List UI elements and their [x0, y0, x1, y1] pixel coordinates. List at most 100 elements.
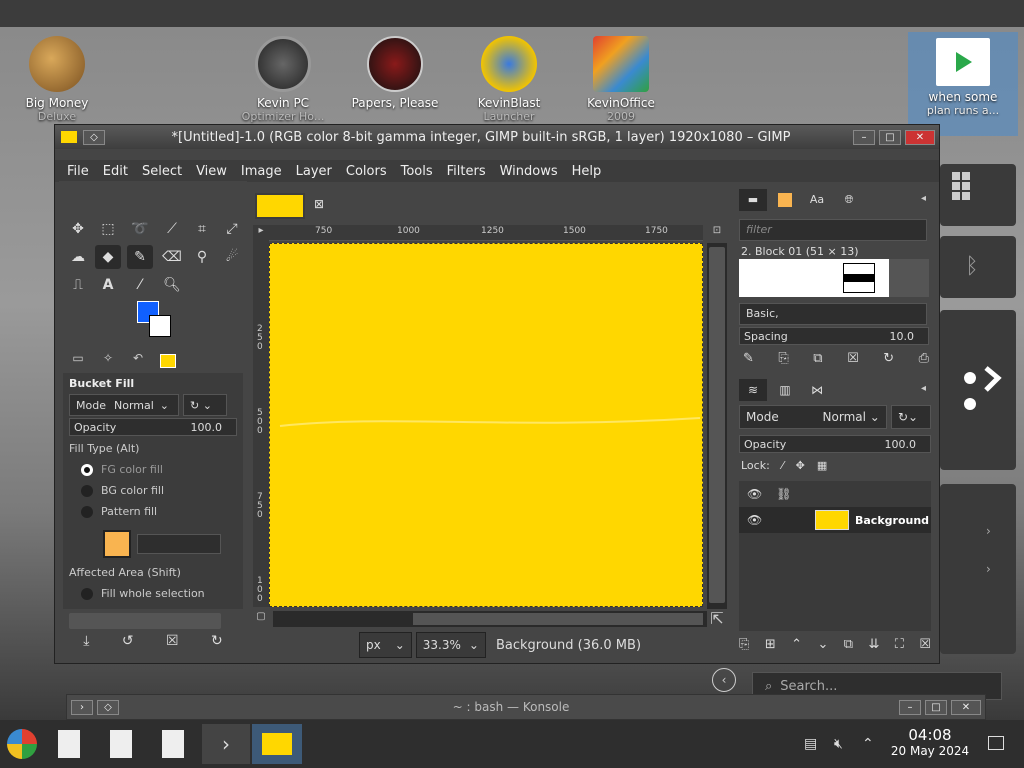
open-as-image-icon[interactable]: ⎙: [919, 351, 929, 366]
taskbar-file-icon[interactable]: [100, 724, 142, 764]
radio-pattern-fill[interactable]: Pattern fill: [81, 505, 225, 518]
volume-muted-icon[interactable]: 🔇︎: [834, 736, 843, 752]
document-history-tab-icon[interactable]: 🌐︎: [835, 189, 863, 211]
menu-colors[interactable]: Colors: [346, 164, 387, 179]
desktop-icon-papers-please[interactable]: Papers, Please: [340, 36, 450, 110]
refresh-brushes-icon[interactable]: ↻: [883, 351, 894, 366]
chevron-right-icon[interactable]: ›: [986, 562, 991, 576]
desktop-icon-kevinoffice[interactable]: KevinOffice 2009: [566, 36, 676, 123]
pin-icon[interactable]: ◇: [97, 699, 119, 715]
window-menu-icon[interactable]: ›: [71, 699, 93, 715]
vertical-scrollbar[interactable]: [707, 243, 727, 609]
channels-tab-icon[interactable]: ▥: [771, 379, 799, 401]
brush-filter-input[interactable]: filter: [739, 219, 927, 241]
new-brush-icon[interactable]: ⎘: [778, 351, 788, 366]
desktop-icon-kevin-pc[interactable]: Kevin PC Optimizer Ho...: [228, 36, 338, 123]
show-desktop-icon[interactable]: [988, 736, 1004, 750]
reset-options-icon[interactable]: ↻: [211, 633, 223, 657]
tool-options-tab-icon[interactable]: ▭: [63, 351, 93, 371]
patterns-tab-icon[interactable]: [771, 189, 799, 211]
eye-icon[interactable]: 👁︎: [747, 513, 762, 527]
lasso-tool-icon[interactable]: ➰: [127, 217, 153, 241]
bucket-fill-tool-icon[interactable]: ◆: [95, 245, 121, 269]
options-hscrollbar[interactable]: [69, 613, 221, 629]
menu-filters[interactable]: Filters: [447, 164, 486, 179]
opacity-slider[interactable]: Opacity 100.0: [69, 418, 237, 436]
smudge-tool-icon[interactable]: ☄: [219, 245, 245, 269]
delete-brush-icon[interactable]: ☒: [847, 351, 859, 366]
fonts-tab-icon[interactable]: Aa: [803, 189, 831, 211]
zoom-tool-icon[interactable]: 🔍︎: [159, 273, 185, 297]
menu-edit[interactable]: Edit: [103, 164, 128, 179]
layer-mode-reset-button[interactable]: ↻⌄: [891, 405, 931, 429]
menu-layer[interactable]: Layer: [296, 164, 332, 179]
menu-windows[interactable]: Windows: [500, 164, 558, 179]
brush-swatch-selected[interactable]: [843, 263, 875, 293]
delete-options-icon[interactable]: ☒: [166, 633, 179, 657]
layer-mode-select[interactable]: Mode Normal ⌄: [739, 405, 887, 429]
maximize-button[interactable]: □: [879, 129, 901, 145]
brush-preview-scroll[interactable]: [889, 259, 929, 297]
lower-layer-icon[interactable]: ⌄: [817, 637, 828, 652]
text-tool-icon[interactable]: A: [95, 273, 121, 297]
image-canvas[interactable]: [269, 243, 703, 607]
taskbar-gimp[interactable]: [252, 724, 302, 764]
duplicate-brush-icon[interactable]: ⧉: [813, 351, 822, 366]
device-status-tab-icon[interactable]: ✧: [93, 351, 123, 371]
paintbrush-tool-icon[interactable]: ✎: [127, 245, 153, 269]
mode-select[interactable]: Mode Normal ⌄: [69, 394, 179, 416]
transform-tool-icon[interactable]: ⤢: [219, 217, 245, 241]
chevron-up-icon[interactable]: ⌃: [862, 736, 874, 752]
start-menu-button[interactable]: [0, 724, 44, 764]
restore-options-icon[interactable]: ↺: [122, 633, 134, 657]
side-tile-share[interactable]: [940, 310, 1016, 470]
minimize-button[interactable]: –: [853, 129, 875, 145]
desktop-icon-kevinblast[interactable]: KevinBlast Launcher: [454, 36, 564, 123]
unit-select[interactable]: px ⌄: [359, 632, 412, 658]
move-tool-icon[interactable]: ✥: [65, 217, 91, 241]
mode-reset-button[interactable]: ↻ ⌄: [183, 394, 227, 416]
images-tab-icon[interactable]: [153, 351, 183, 371]
menu-tools[interactable]: Tools: [401, 164, 433, 179]
image-tab-thumbnail[interactable]: [255, 193, 305, 219]
fuzzy-select-tool-icon[interactable]: ⟋: [159, 217, 185, 241]
radio-bg-color-fill[interactable]: BG color fill: [81, 484, 225, 497]
window-titlebar[interactable]: ◇ *[Untitled]-1.0 (RGB color 8-bit gamma…: [55, 125, 939, 149]
spacing-slider[interactable]: Spacing 10.0: [739, 327, 929, 345]
menu-help[interactable]: Help: [572, 164, 602, 179]
new-layer-icon[interactable]: ⎘: [739, 637, 749, 652]
quick-mask-corner-icon[interactable]: ▸: [253, 225, 269, 241]
clock[interactable]: 04:08 20 May 2024: [880, 726, 980, 758]
undo-history-tab-icon[interactable]: ↶: [123, 351, 153, 371]
quick-mask-toggle-icon[interactable]: ▢: [253, 611, 269, 627]
save-options-icon[interactable]: ⤓: [83, 633, 89, 657]
dock-menu-icon[interactable]: ◂: [921, 193, 926, 204]
lock-position-icon[interactable]: ✥: [796, 459, 805, 472]
eye-icon[interactable]: 👁︎: [747, 487, 762, 501]
warp-tool-icon[interactable]: ☁: [65, 245, 91, 269]
zoom-select[interactable]: 33.3% ⌄: [415, 632, 486, 658]
paths-tab-icon[interactable]: ⋈: [803, 379, 831, 401]
brush-preview[interactable]: [739, 259, 929, 297]
konsole-window-titlebar[interactable]: › ◇ ~ : bash — Konsole – □ ✕: [66, 694, 986, 720]
navigate-arrow-icon[interactable]: ⇱: [707, 609, 727, 629]
eraser-tool-icon[interactable]: ⌫: [159, 245, 185, 269]
clone-tool-icon[interactable]: ⚲: [189, 245, 215, 269]
brushes-tab-icon[interactable]: ▬: [739, 189, 767, 211]
desktop-icon-plan[interactable]: when some plan runs a...: [908, 32, 1018, 136]
vertical-scrollbar-thumb[interactable]: [709, 247, 725, 603]
chevron-right-icon[interactable]: ›: [986, 524, 991, 538]
close-button[interactable]: ✕: [951, 699, 981, 715]
color-picker-tool-icon[interactable]: ⁄: [127, 273, 153, 297]
pattern-swatch[interactable]: [103, 530, 131, 558]
taskbar-file-icon[interactable]: [152, 724, 194, 764]
lock-pixels-icon[interactable]: ⁄: [782, 459, 784, 472]
paths-tool-icon[interactable]: ⎍: [65, 273, 91, 297]
taskbar-konsole[interactable]: ›: [202, 724, 250, 764]
background-color-swatch[interactable]: [149, 315, 171, 337]
delete-layer-icon[interactable]: ☒: [919, 637, 931, 652]
dock-menu-icon[interactable]: ◂: [921, 383, 926, 394]
lock-alpha-icon[interactable]: ▦: [817, 459, 827, 472]
rect-select-tool-icon[interactable]: ⬚: [95, 217, 121, 241]
menu-file[interactable]: File: [67, 164, 89, 179]
